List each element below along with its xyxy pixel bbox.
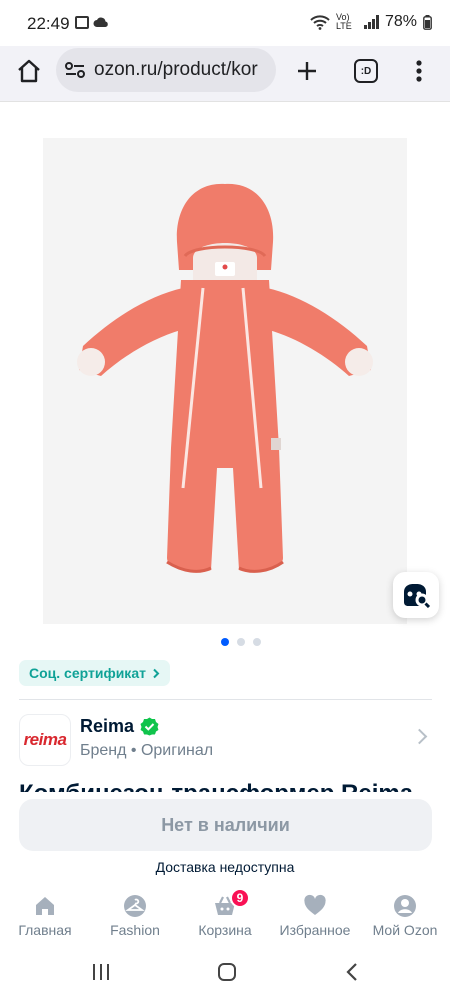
profile-icon (394, 895, 416, 917)
nav-label: Корзина (198, 922, 252, 938)
chevron-right-icon (153, 668, 160, 678)
home-icon (36, 897, 54, 915)
bottom-navigation: Главная Fashion 9 Корзина Избранное Мой … (0, 884, 450, 944)
nav-fashion[interactable]: Fashion (90, 884, 180, 944)
out-of-stock-button[interactable]: Нет в наличии (19, 799, 432, 851)
wifi-icon (310, 14, 330, 30)
system-navigation-bar (0, 944, 450, 1000)
pagination-dot[interactable] (221, 638, 229, 646)
gallery-notification-icon (75, 16, 89, 29)
recent-apps-icon[interactable] (91, 962, 111, 982)
brand-logo-text: reima (23, 730, 67, 749)
site-settings-icon[interactable] (64, 60, 86, 80)
url-text[interactable]: ozon.ru/product/kor (94, 59, 270, 81)
brand-name[interactable]: Reima (80, 716, 134, 737)
signal-icon (363, 15, 379, 29)
snowsuit-illustration (77, 183, 373, 573)
delivery-note: Доставка недоступна (155, 859, 295, 875)
nav-favorites[interactable]: Избранное (270, 884, 360, 944)
status-time: 22:49 (27, 14, 70, 33)
tab-switcher-button[interactable]: :D (354, 59, 378, 83)
verified-check-icon (140, 717, 159, 736)
hanger-icon (124, 895, 146, 917)
nav-label: Fashion (110, 922, 160, 938)
battery-percent: 78% (384, 13, 417, 30)
nav-label: Избранное (279, 922, 351, 938)
product-title: Комбинезон-трансформер Reima (19, 779, 432, 792)
pagination-dot[interactable] (237, 638, 245, 646)
cart-badge: 9 (230, 888, 250, 908)
home-button-icon[interactable] (217, 962, 237, 982)
status-bar: 22:49 Vo) LTE 78% (0, 0, 450, 46)
image-search-icon (404, 584, 431, 608)
status-right: Vo) LTE 78% (310, 13, 432, 31)
certificate-chip[interactable]: Соц. сертификат (19, 660, 170, 686)
brand-subtitle: Бренд • Оригинал (80, 742, 214, 759)
nav-label: Мой Ozon (372, 922, 438, 938)
heart-icon (304, 894, 326, 915)
cloud-icon (93, 17, 108, 27)
home-icon[interactable] (16, 58, 42, 84)
chevron-right-icon[interactable] (411, 728, 428, 745)
battery-icon (423, 14, 432, 30)
image-search-button[interactable] (393, 572, 439, 618)
network-label: Vo) LTE (335, 12, 352, 31)
pagination-dot[interactable] (253, 638, 261, 646)
brand-logo[interactable]: reima (19, 714, 71, 766)
nav-cart[interactable]: 9 Корзина (180, 884, 270, 944)
more-menu-icon[interactable] (414, 58, 424, 84)
nav-home[interactable]: Главная (0, 884, 90, 944)
browser-toolbar: ozon.ru/product/kor :D (0, 46, 450, 102)
nav-label: Главная (18, 922, 72, 938)
nav-profile[interactable]: Мой Ozon (360, 884, 450, 944)
back-icon[interactable] (345, 962, 359, 982)
certificate-label: Соц. сертификат (29, 665, 146, 681)
product-image[interactable] (43, 138, 407, 624)
product-title-container: Комбинезон-трансформер Reima (19, 779, 432, 792)
tab-count: :D (360, 65, 372, 77)
new-tab-icon[interactable] (295, 59, 319, 83)
divider (19, 699, 432, 700)
gallery-pagination (221, 638, 261, 646)
